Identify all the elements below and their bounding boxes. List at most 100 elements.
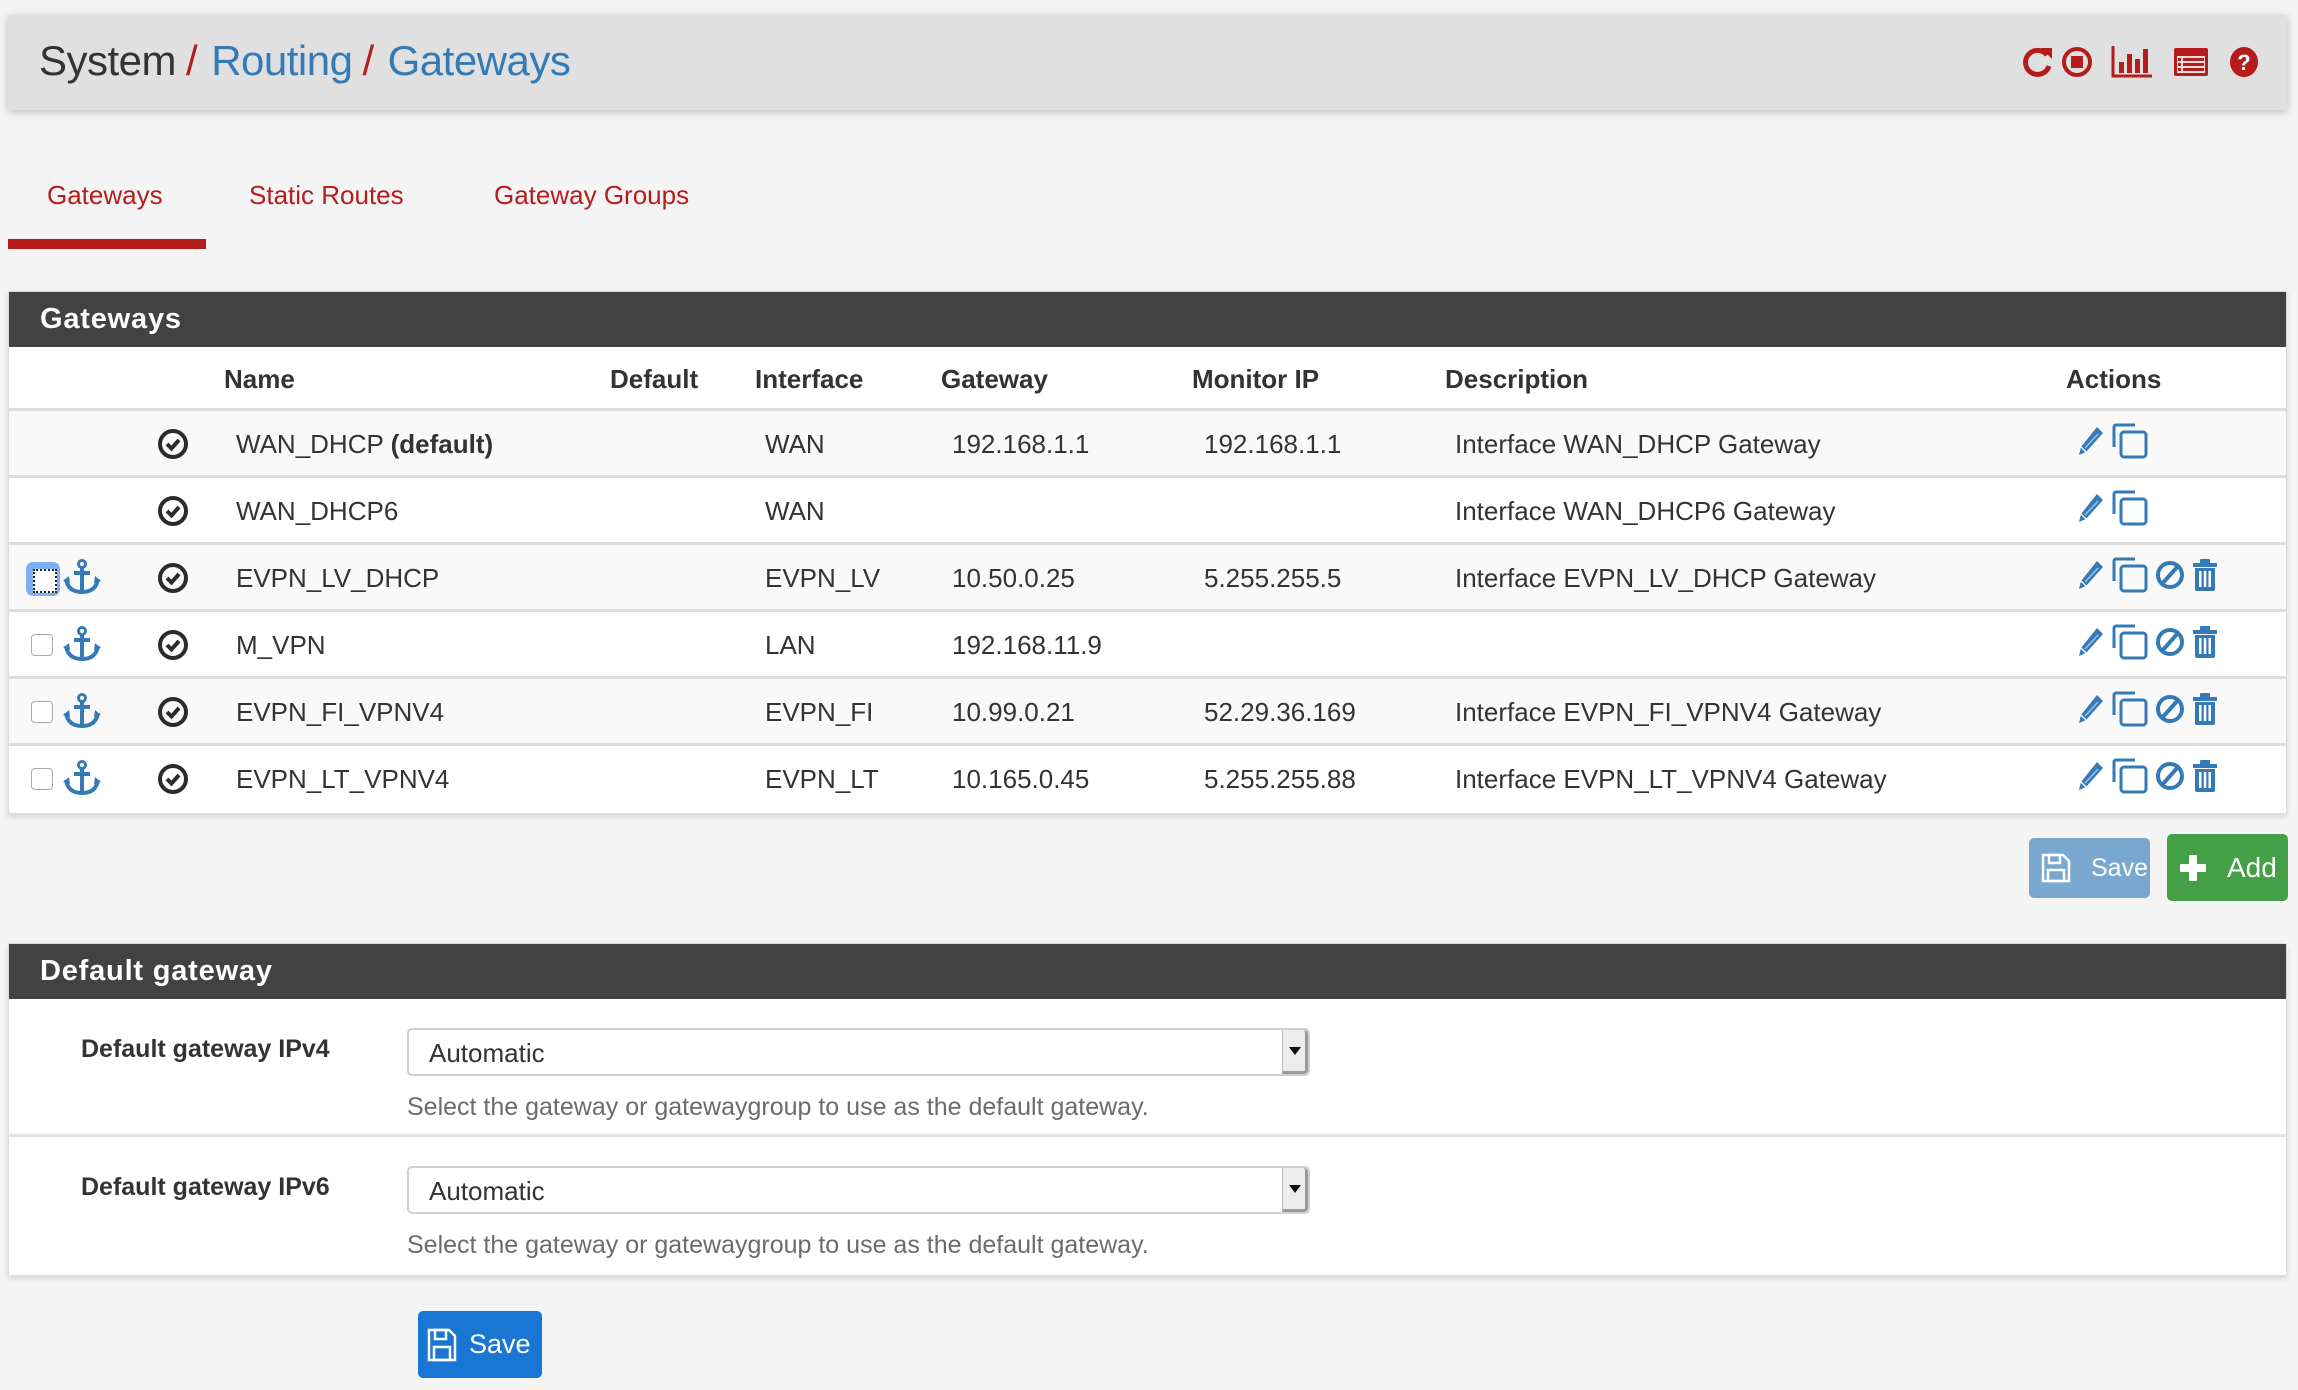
cell-monitor-ip: 52.29.36.169 xyxy=(1204,697,1356,727)
cell-monitor-ip: 5.255.255.5 xyxy=(1204,563,1342,593)
pencil-icon[interactable] xyxy=(2077,759,2105,798)
chevron-down-icon xyxy=(1282,1030,1308,1074)
cell-name: WAN_DHCP6 xyxy=(236,496,398,527)
active-tab-indicator xyxy=(8,239,206,249)
cell-gateway: 10.165.0.45 xyxy=(952,764,1090,794)
pencil-icon[interactable] xyxy=(2077,491,2105,530)
row-select-checkbox[interactable] xyxy=(26,562,60,596)
chevron-down-icon xyxy=(1282,1168,1308,1212)
gateway-name: EVPN_FI_VPNV4 xyxy=(236,697,445,727)
add-label: Add xyxy=(2227,851,2277,883)
anchor-icon[interactable] xyxy=(63,626,101,667)
cell-description: Interface WAN_DHCP6 Gateway xyxy=(1455,496,1836,526)
check-circle-icon xyxy=(157,428,189,465)
form-row-ipv6: Default gateway IPv6 Automatic Select th… xyxy=(9,1137,2286,1273)
check-circle-icon xyxy=(157,562,189,599)
cell-gateway: 10.99.0.21 xyxy=(952,697,1075,727)
save-default-gateway-button[interactable]: Save xyxy=(418,1311,542,1378)
gateway-name: WAN_DHCP6 xyxy=(236,496,399,526)
add-gateway-button[interactable]: Add xyxy=(2167,834,2288,901)
copy-icon[interactable] xyxy=(2111,758,2149,799)
tab-static-routes[interactable]: Static Routes xyxy=(249,180,404,211)
column-header-name: Name xyxy=(224,364,295,394)
ban-icon[interactable] xyxy=(2155,692,2185,731)
table-row: EVPN_FI_VPNV4 EVPN_FI 10.99.0.21 52.29.3… xyxy=(9,679,2286,746)
copy-icon[interactable] xyxy=(2111,423,2149,464)
gateway-name: EVPN_LV_DHCP xyxy=(236,563,440,593)
trash-icon[interactable] xyxy=(2191,625,2219,664)
header-icons: ? xyxy=(2015,45,2259,79)
copy-icon[interactable] xyxy=(2111,624,2149,665)
anchor-icon[interactable] xyxy=(63,760,101,801)
trash-icon[interactable] xyxy=(2191,558,2219,597)
ipv4-label: Default gateway IPv4 xyxy=(81,1035,330,1063)
copy-icon[interactable] xyxy=(2111,691,2149,732)
column-header-default: Default xyxy=(610,364,699,394)
table-row: WAN_DHCP6 WAN Interface WAN_DHCP6 Gatewa… xyxy=(9,478,2286,545)
table-body: WAN_DHCP (default) WAN 192.168.1.1 192.1… xyxy=(9,411,2286,813)
row-select-checkbox[interactable] xyxy=(31,634,53,656)
copy-icon[interactable] xyxy=(2111,490,2149,531)
row-actions xyxy=(2077,691,2225,732)
column-header-interface: Interface xyxy=(755,364,864,394)
pencil-icon[interactable] xyxy=(2077,558,2105,597)
tab-gateways[interactable]: Gateways xyxy=(47,180,163,211)
select-value: Automatic xyxy=(429,1176,545,1206)
pencil-icon[interactable] xyxy=(2077,692,2105,731)
cell-gateway: 192.168.11.9 xyxy=(952,630,1102,660)
ipv6-label: Default gateway IPv6 xyxy=(81,1173,330,1201)
anchor-icon[interactable] xyxy=(63,693,101,734)
help-icon[interactable]: ? xyxy=(2229,46,2259,78)
check-circle-icon xyxy=(157,696,189,733)
cell-description: Interface EVPN_LT_VPNV4 Gateway xyxy=(1455,764,1887,794)
default-gateway-ipv4-select[interactable]: Automatic xyxy=(407,1028,1310,1076)
row-actions xyxy=(2077,758,2225,799)
pencil-icon[interactable] xyxy=(2077,424,2105,463)
row-select-checkbox[interactable] xyxy=(31,768,53,790)
breadcrumb-separator: / xyxy=(186,37,198,84)
row-actions xyxy=(2077,490,2155,531)
copy-icon[interactable] xyxy=(2111,557,2149,598)
anchor-icon[interactable] xyxy=(63,559,101,600)
table-header: Name Default Interface Gateway Monitor I… xyxy=(9,347,2286,411)
cell-name: EVPN_LT_VPNV4 xyxy=(236,764,449,795)
table-row: M_VPN LAN 192.168.11.9 xyxy=(9,612,2286,679)
row-actions xyxy=(2077,423,2155,464)
save-order-button[interactable]: Save xyxy=(2029,838,2150,898)
gateway-name: M_VPN xyxy=(236,630,326,660)
breadcrumb-gateways[interactable]: Gateways xyxy=(388,37,571,84)
cell-name: M_VPN xyxy=(236,630,326,661)
stop-icon[interactable] xyxy=(2061,46,2093,78)
trash-icon[interactable] xyxy=(2191,759,2219,798)
panel-title: Gateways xyxy=(9,292,2286,347)
cell-interface: EVPN_LT xyxy=(765,764,879,794)
ban-icon[interactable] xyxy=(2155,759,2185,798)
breadcrumb-routing[interactable]: Routing xyxy=(211,37,353,84)
cell-interface: LAN xyxy=(765,630,816,660)
svg-text:?: ? xyxy=(2237,50,2250,75)
ban-icon[interactable] xyxy=(2155,625,2185,664)
pencil-icon[interactable] xyxy=(2077,625,2105,664)
row-select-checkbox[interactable] xyxy=(31,701,53,723)
column-header-description: Description xyxy=(1445,364,1589,394)
breadcrumb-separator: / xyxy=(362,37,374,84)
plus-icon xyxy=(2180,854,2206,881)
gateway-name: EVPN_LT_VPNV4 xyxy=(236,764,450,794)
cell-monitor-ip: 5.255.255.88 xyxy=(1204,764,1356,794)
panel-title: Default gateway xyxy=(9,944,2286,999)
status-chart-icon[interactable] xyxy=(2111,46,2153,78)
default-gateway-ipv6-select[interactable]: Automatic xyxy=(407,1166,1310,1214)
gateways-panel: Gateways Name Default Interface Gateway … xyxy=(8,291,2287,814)
default-gateway-panel: Default gateway Default gateway IPv4 Aut… xyxy=(8,943,2287,1276)
cell-monitor-ip: 192.168.1.1 xyxy=(1204,429,1342,459)
ban-icon[interactable] xyxy=(2155,558,2185,597)
row-actions xyxy=(2077,557,2225,598)
form-row-ipv4: Default gateway IPv4 Automatic Select th… xyxy=(9,999,2286,1137)
save-label: Save xyxy=(2091,853,2148,882)
trash-icon[interactable] xyxy=(2191,692,2219,731)
log-list-icon[interactable] xyxy=(2173,47,2209,77)
tab-gateway-groups[interactable]: Gateway Groups xyxy=(494,180,689,211)
breadcrumb-system: System xyxy=(39,37,177,84)
restart-icon[interactable] xyxy=(2023,46,2053,78)
cell-description: Interface EVPN_FI_VPNV4 Gateway xyxy=(1455,697,1882,727)
